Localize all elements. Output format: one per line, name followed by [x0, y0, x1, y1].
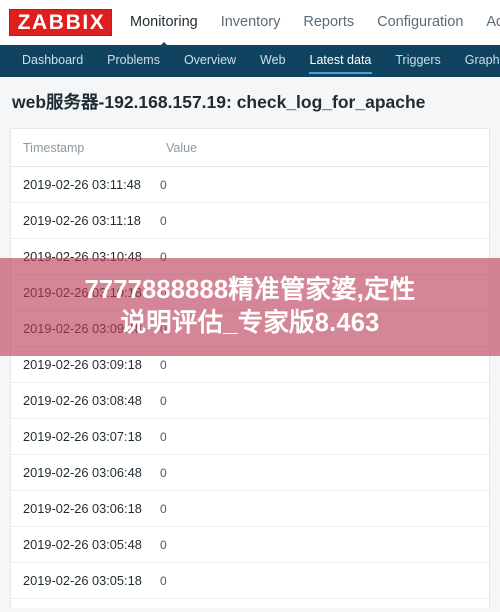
subnav-item-latest-data[interactable]: Latest data	[298, 46, 384, 76]
nav-item-monitoring[interactable]: Monitoring	[130, 11, 198, 34]
page-body: web服务器-192.168.157.19: check_log_for_apa…	[0, 77, 500, 612]
cell-timestamp: 2019-02-26 03:07:18	[11, 418, 154, 456]
column-header-value[interactable]: Value	[154, 129, 489, 168]
nav-item-administration[interactable]: Adm	[486, 11, 500, 34]
table-row[interactable]: 2019-02-26 03:10:18 0	[11, 274, 489, 312]
cell-value: 0	[154, 310, 489, 348]
subnav-item-overview[interactable]: Overview	[172, 46, 248, 76]
cell-timestamp: 2019-02-26 03:09:18	[11, 346, 154, 384]
cell-value: 0	[154, 202, 489, 240]
cell-value: 0	[154, 526, 489, 564]
cell-value: 0	[154, 274, 489, 312]
table-row[interactable]: 2019-02-26 03:11:48 0	[11, 166, 489, 204]
nav-item-inventory[interactable]: Inventory	[221, 11, 281, 34]
cell-timestamp: 2019-02-26 03:10:18	[11, 274, 154, 312]
table-header-row: Timestamp Value	[11, 129, 489, 168]
top-header-bar: ZABBIX Monitoring Inventory Reports Conf…	[0, 0, 500, 45]
cell-value: 0	[154, 490, 489, 528]
table-row[interactable]: 2019-02-26 03:08:48 0	[11, 382, 489, 420]
cell-timestamp: 2019-02-26 03:11:48	[11, 166, 154, 204]
table-row[interactable]: 2019-02-26 03:11:18 0	[11, 202, 489, 240]
cell-timestamp: 2019-02-26 03:09:48	[11, 310, 154, 348]
table-row[interactable]: 2019-02-26 03:09:18 0	[11, 346, 489, 384]
page-title: web服务器-192.168.157.19: check_log_for_apa…	[12, 92, 426, 112]
table-row[interactable]: 2019-02-26 03:05:48 0	[11, 526, 489, 564]
nav-item-reports[interactable]: Reports	[303, 11, 354, 34]
cell-timestamp: 2019-02-26 03:08:48	[11, 382, 154, 420]
cell-value: 0	[154, 598, 489, 609]
cell-timestamp: 2019-02-26 03:06:18	[11, 490, 154, 528]
nav-item-configuration[interactable]: Configuration	[377, 11, 463, 34]
subnav-item-problems[interactable]: Problems	[95, 46, 172, 76]
cell-value: 0	[154, 238, 489, 276]
table-row[interactable]: 2019-02-26 03:07:18 0	[11, 418, 489, 456]
main-navigation: Monitoring Inventory Reports Configurati…	[130, 11, 500, 34]
table-body: 2019-02-26 03:11:48 0 2019-02-26 03:11:18…	[11, 166, 489, 609]
history-table: Timestamp Value 2019-02-26 03:11:48 0 201…	[11, 129, 489, 609]
cell-timestamp: 2019-02-26 03:05:48	[11, 526, 154, 564]
latest-data-card: Timestamp Value 2019-02-26 03:11:48 0 201…	[10, 128, 490, 609]
table-row[interactable]: 2019-02-26 03:06:18 0	[11, 490, 489, 528]
cell-value: 0	[154, 418, 489, 456]
table-row[interactable]: 2019-02-26 03:06:48 0	[11, 454, 489, 492]
table-row[interactable]: 2019-02-26 03:05:18 0	[11, 562, 489, 600]
subnav-item-dashboard[interactable]: Dashboard	[10, 46, 95, 76]
cell-timestamp: 2019-02-26 03:06:48	[11, 454, 154, 492]
cell-timestamp: 2019-02-26 03:04:48	[11, 598, 154, 609]
sub-navigation-bar: Dashboard Problems Overview Web Latest d…	[0, 45, 500, 77]
cell-timestamp: 2019-02-26 03:05:18	[11, 562, 154, 600]
cell-value: 0	[154, 382, 489, 420]
zabbix-logo[interactable]: ZABBIX	[9, 9, 112, 36]
table-row[interactable]: 2019-02-26 03:04:480	[11, 598, 489, 609]
zabbix-logo-text: ZABBIX	[17, 11, 106, 34]
cell-value: 0	[154, 166, 489, 204]
subnav-item-triggers[interactable]: Triggers	[383, 46, 452, 76]
cell-value: 0	[154, 454, 489, 492]
cell-value: 0	[154, 562, 489, 600]
cell-value: 0	[154, 346, 489, 384]
table-row[interactable]: 2019-02-26 03:09:48 0	[11, 310, 489, 348]
column-header-timestamp[interactable]: Timestamp	[11, 129, 154, 168]
subnav-item-graphs[interactable]: Graphs	[453, 46, 500, 76]
table-row[interactable]: 2019-02-26 03:10:48 0	[11, 238, 489, 276]
cell-timestamp: 2019-02-26 03:10:48	[11, 238, 154, 276]
subnav-item-web[interactable]: Web	[248, 46, 297, 76]
cell-timestamp: 2019-02-26 03:11:18	[11, 202, 154, 240]
